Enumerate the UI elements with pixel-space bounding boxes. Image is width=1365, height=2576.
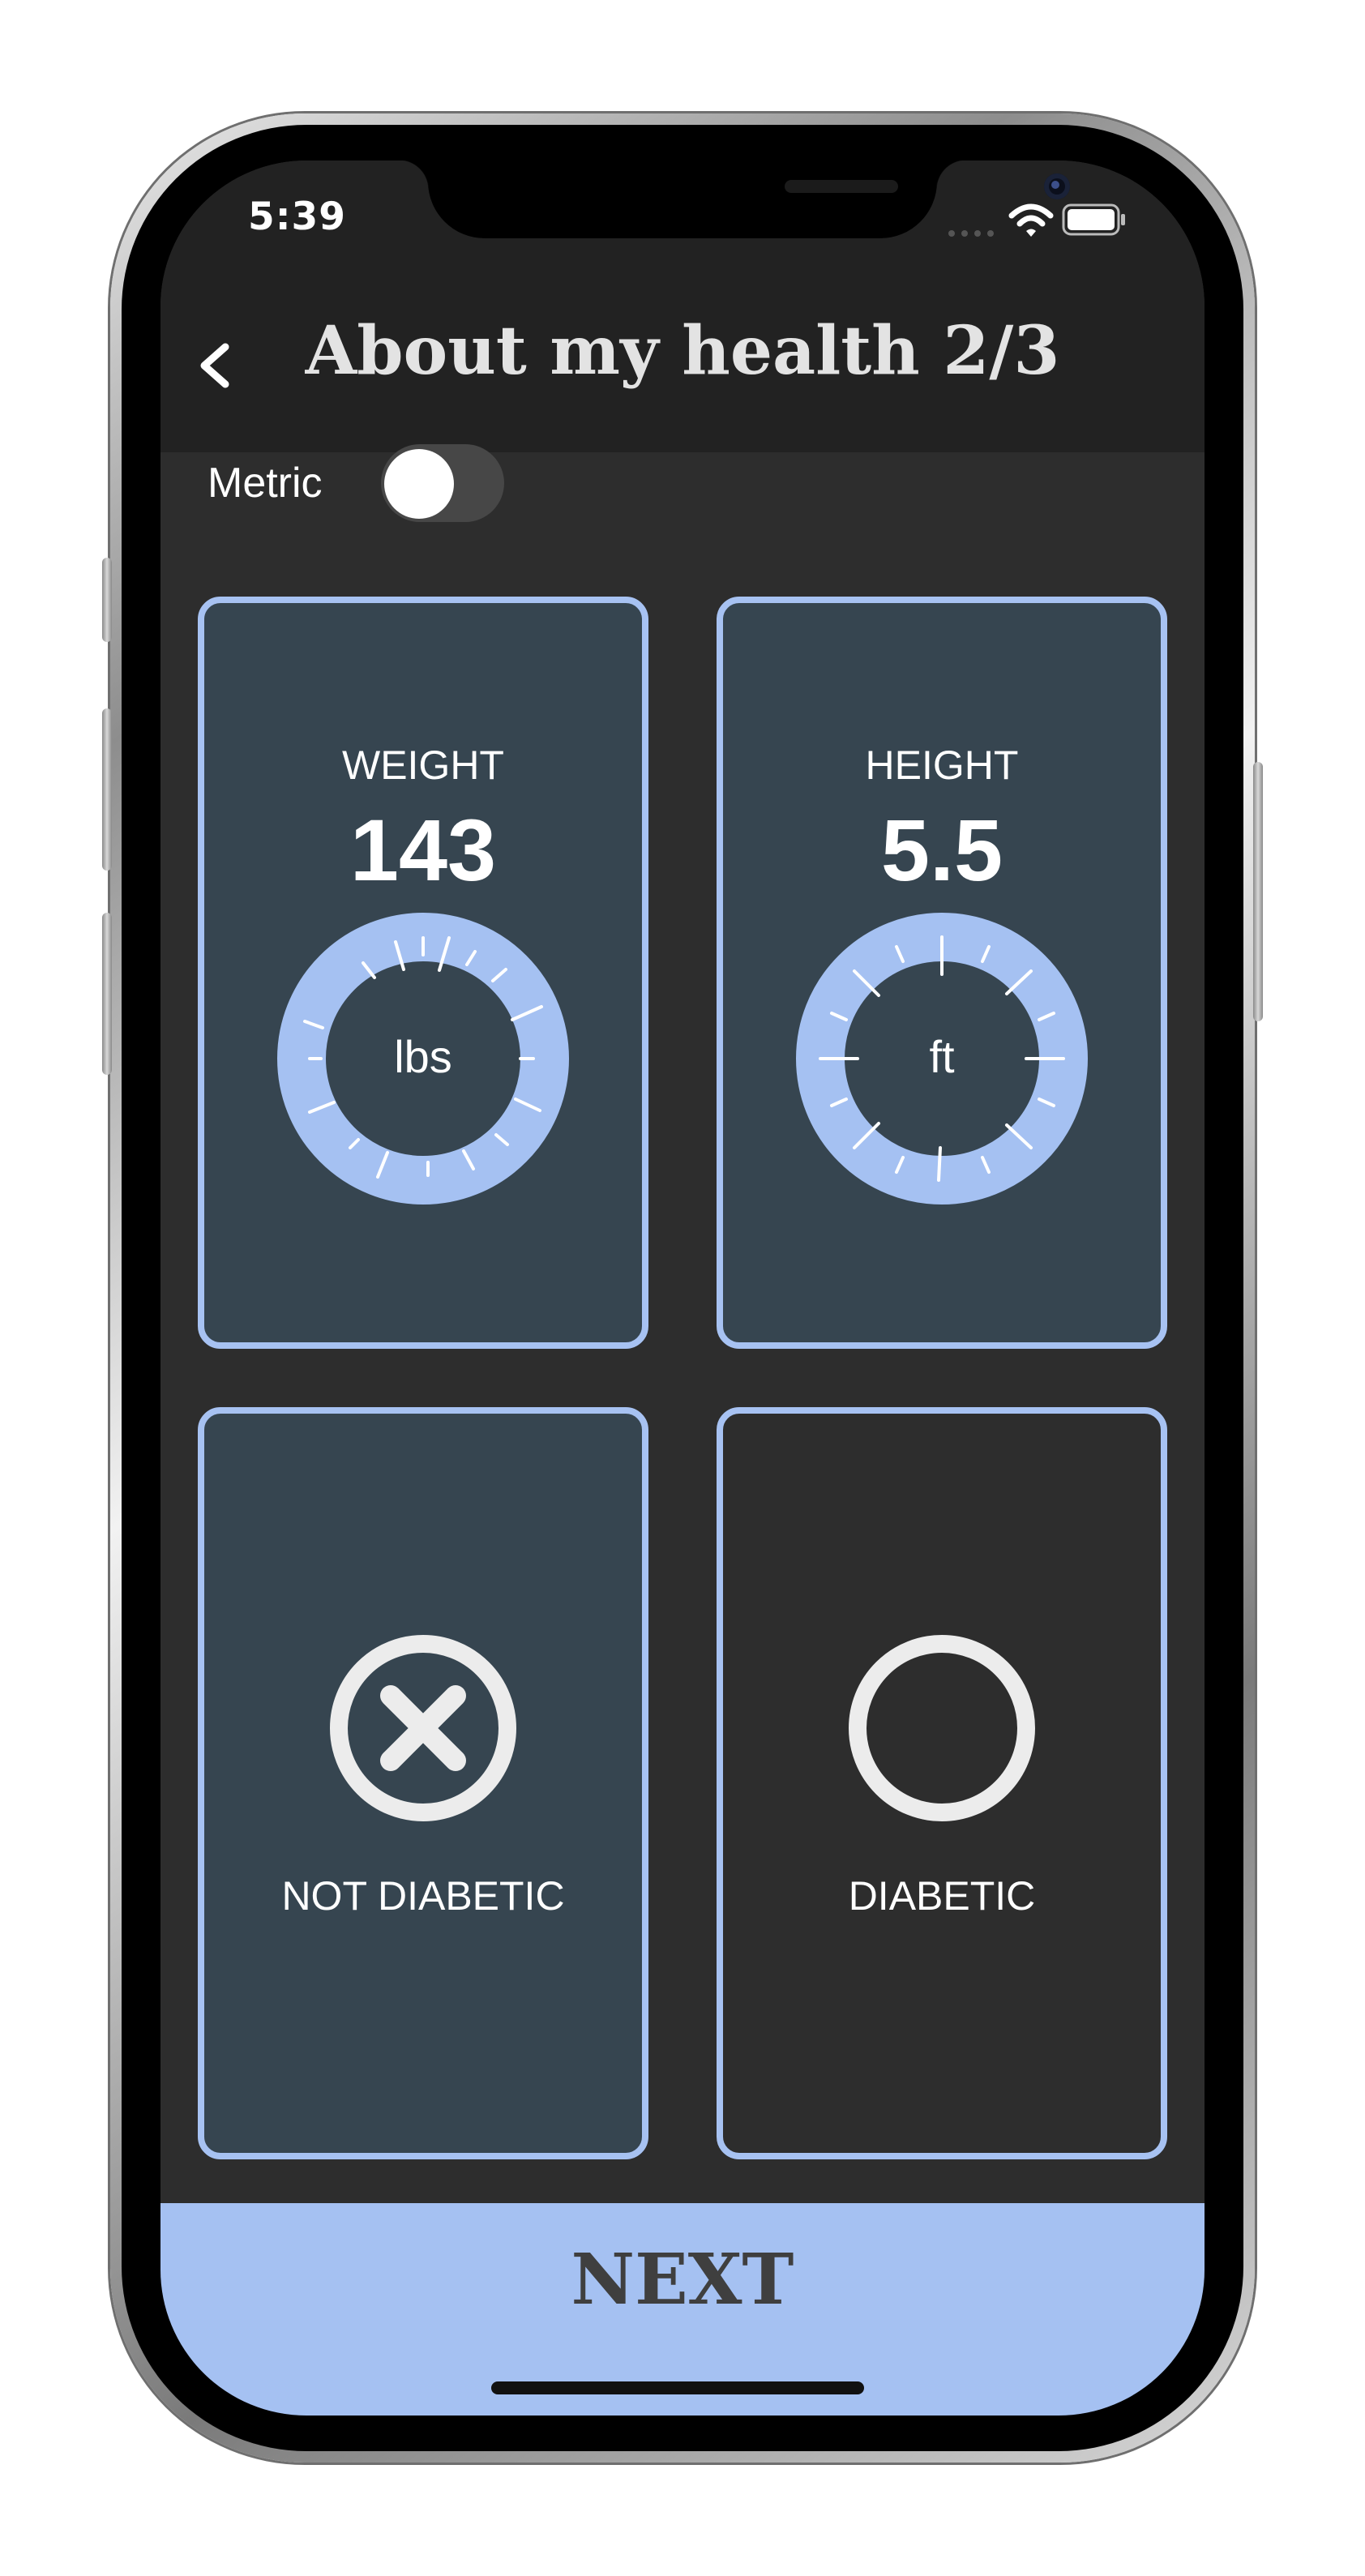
side-button-power [1253,762,1263,1021]
page-title: About my health 2/3 [305,312,1060,390]
side-button-volume-down [102,913,112,1075]
front-camera [1044,173,1070,199]
weight-card[interactable]: WEIGHT 143 lbs [198,597,648,1349]
close-circle-icon [329,1634,517,1822]
metric-label: Metric [208,460,323,507]
back-button[interactable] [186,323,243,404]
height-label: HEIGHT [865,742,1019,788]
side-button-mute [102,558,112,642]
weight-value: 143 [349,801,497,899]
status-time: 5:39 [248,195,346,239]
battery-icon [1062,203,1127,237]
metric-toggle[interactable] [381,444,504,522]
signal-icon [947,227,999,238]
app-screen: 5:39 About my health 2/3 Metric WEIGHT 1… [160,160,1205,2416]
empty-circle-icon [848,1634,1036,1822]
diabetic-card[interactable]: DIABETIC [717,1407,1167,2159]
diabetic-label: DIABETIC [848,1873,1036,1919]
side-button-volume-up [102,708,112,871]
toggle-knob [384,449,454,519]
height-unit: ft [929,1031,955,1082]
weight-unit: lbs [394,1031,452,1082]
weight-label: WEIGHT [342,742,504,788]
home-indicator[interactable] [491,2381,864,2394]
wifi-icon [1008,203,1054,238]
not-diabetic-label: NOT DIABETIC [281,1873,565,1919]
speaker-grille [785,180,898,193]
height-card[interactable]: HEIGHT 5.5 ft [717,597,1167,1349]
chevron-left-icon [200,343,229,388]
notch [399,160,1070,238]
next-button-label: NEXT [571,2239,794,2321]
not-diabetic-card[interactable]: NOT DIABETIC [198,1407,648,2159]
height-value: 5.5 [880,801,1003,899]
